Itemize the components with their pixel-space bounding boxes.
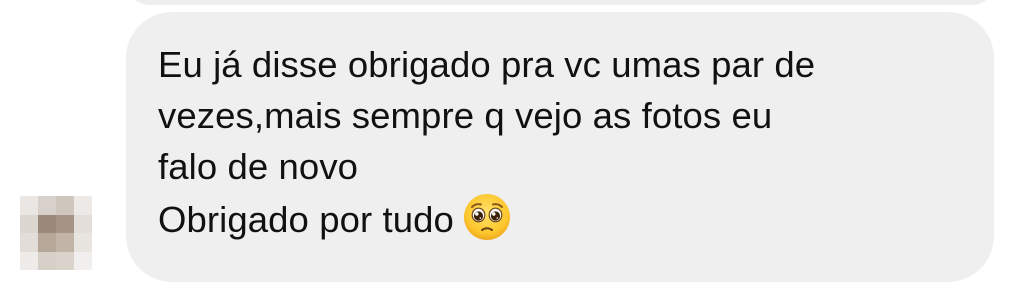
avatar-pixel xyxy=(56,251,74,270)
message-line: Eu já disse obrigado pra vc umas par de xyxy=(158,44,816,85)
avatar-pixel xyxy=(74,233,92,252)
avatar-pixel xyxy=(38,233,56,252)
avatar[interactable] xyxy=(20,196,92,270)
avatar-pixel xyxy=(74,196,92,215)
message-line-text: Obrigado por tudo xyxy=(158,199,454,240)
avatar-pixel xyxy=(74,251,92,270)
avatar-pixel xyxy=(74,214,92,233)
avatar-pixel xyxy=(38,196,56,215)
avatar-pixel xyxy=(20,196,38,215)
message-line: vezes,mais sempre q vejo as fotos eu xyxy=(158,95,773,136)
message-line: falo de novo xyxy=(158,146,359,187)
message-line-last: Obrigado por tudo xyxy=(158,192,964,245)
avatar-pixel xyxy=(56,196,74,215)
avatar-pixel xyxy=(56,214,74,233)
avatar-pixel xyxy=(38,214,56,233)
avatar-pixel xyxy=(20,214,38,233)
avatar-pixel xyxy=(20,233,38,252)
avatar-pixel xyxy=(38,251,56,270)
message-bubble[interactable]: Eu já disse obrigado pra vc umas par de … xyxy=(126,12,994,282)
pleading-face-emoji xyxy=(463,194,510,240)
avatar-pixel xyxy=(20,251,38,270)
avatar-pixel xyxy=(56,233,74,252)
previous-message-bubble xyxy=(126,0,996,5)
